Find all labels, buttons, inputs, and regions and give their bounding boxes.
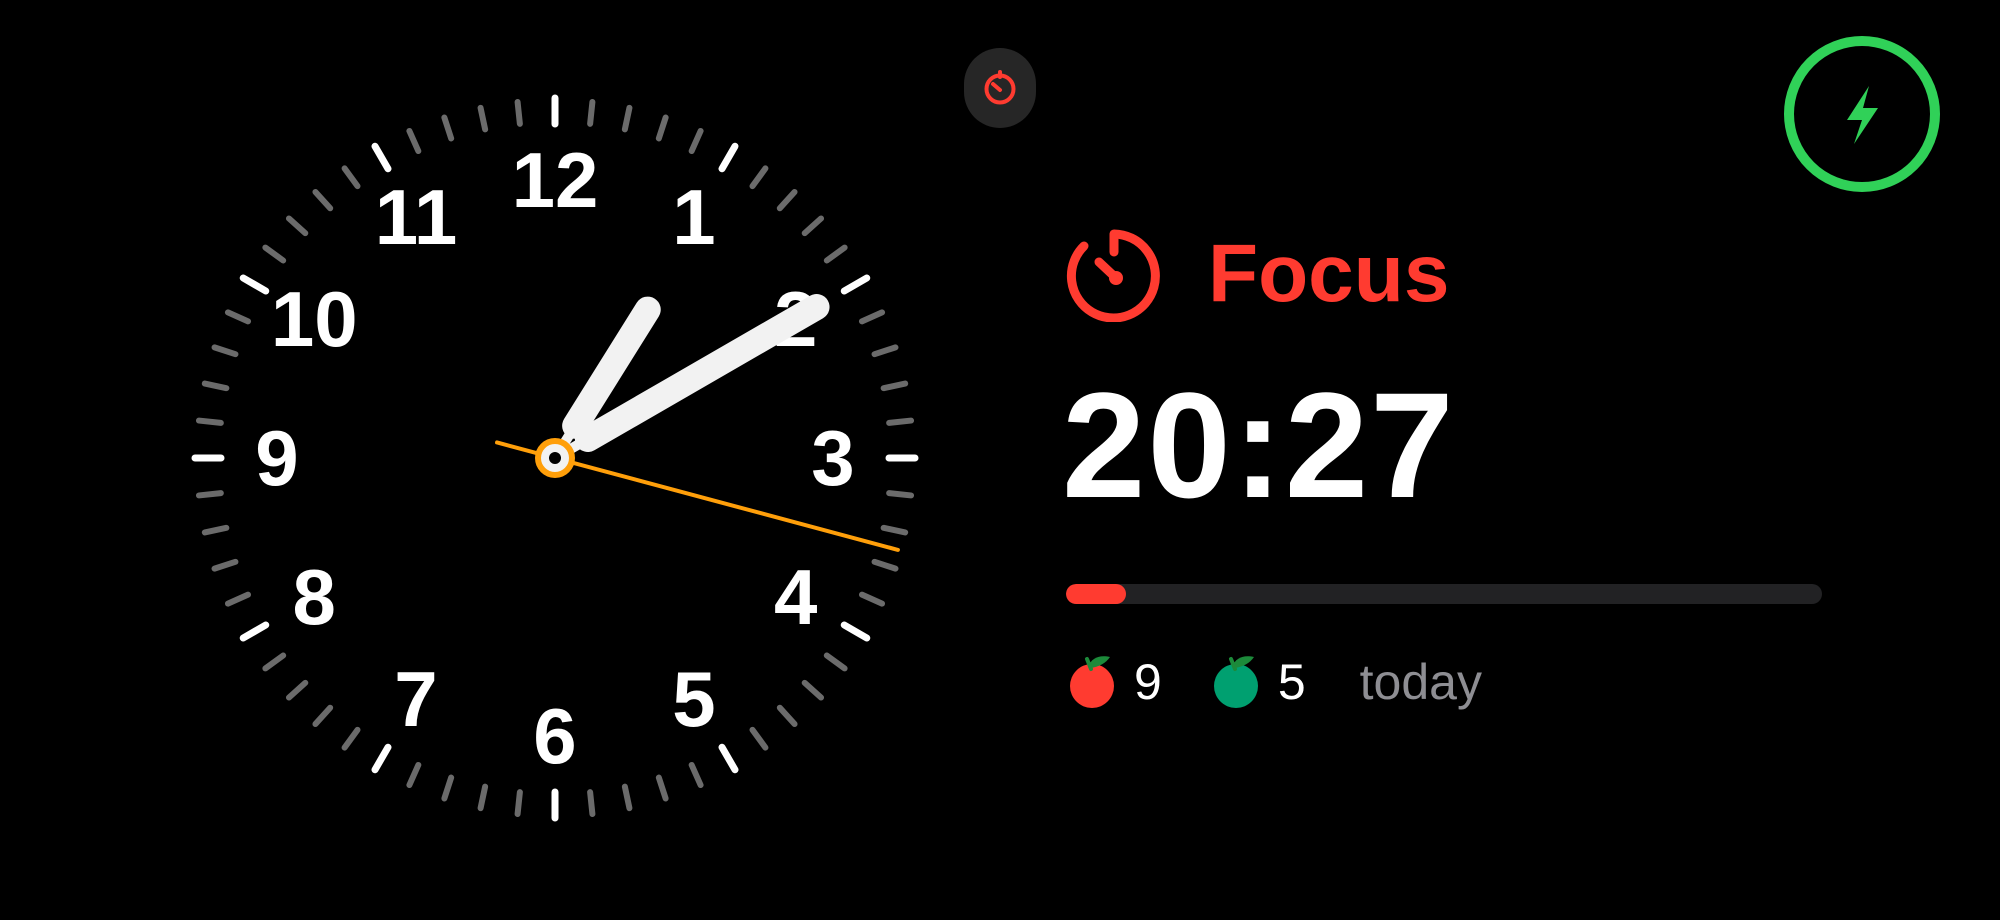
timer-icon <box>984 70 1016 105</box>
minor-tick <box>655 114 669 142</box>
minor-tick <box>801 679 825 701</box>
minor-tick <box>886 417 915 426</box>
minor-tick <box>871 344 899 358</box>
minor-tick <box>871 558 899 572</box>
green-tomato-icon <box>1213 656 1258 708</box>
major-tick <box>239 274 270 295</box>
focus-timer: 20:27 <box>1062 361 1456 529</box>
minor-tick <box>312 704 334 728</box>
focus-widget[interactable]: Focus 20:27 9 5 today <box>1062 222 1826 712</box>
minor-tick <box>749 165 769 190</box>
green-tomato-count: 5 <box>1277 654 1306 710</box>
minor-tick <box>514 789 523 818</box>
clock-numeral: 1 <box>672 173 715 261</box>
minor-tick <box>514 98 523 127</box>
clock-face: 121234567891011 <box>191 94 919 822</box>
minor-tick <box>587 789 596 818</box>
major-tick <box>371 743 392 774</box>
minor-tick <box>688 127 704 155</box>
charging-indicator <box>1782 34 1942 194</box>
analog-clock: 121234567891011 <box>0 0 1110 920</box>
minor-tick <box>224 591 252 607</box>
minor-tick <box>285 679 309 701</box>
minor-tick <box>749 726 769 751</box>
minor-tick <box>211 558 239 572</box>
minor-tick <box>441 774 455 802</box>
clock-numeral: 4 <box>774 553 817 641</box>
stats-suffix: today <box>1359 654 1482 710</box>
minor-tick <box>211 344 239 358</box>
bolt-icon <box>1847 86 1878 144</box>
minor-tick <box>406 761 422 789</box>
minor-tick <box>341 726 361 751</box>
minor-tick <box>880 380 909 392</box>
minor-tick <box>441 114 455 142</box>
minor-tick <box>858 591 886 607</box>
minor-tick <box>195 490 224 499</box>
minor-tick <box>823 244 848 264</box>
minor-tick <box>201 380 230 392</box>
minor-tick <box>776 188 798 212</box>
timer-icon <box>1066 226 1162 322</box>
major-tick <box>718 743 739 774</box>
minor-tick <box>886 490 915 499</box>
minor-tick <box>880 524 909 536</box>
clock-numeral: 10 <box>271 275 358 363</box>
minor-tick <box>341 165 361 190</box>
red-tomato-count: 9 <box>1134 654 1162 710</box>
minor-tick <box>262 652 287 672</box>
minor-tick <box>195 417 224 426</box>
minor-tick <box>823 652 848 672</box>
minor-tick <box>224 309 252 325</box>
clock-numeral: 7 <box>394 655 437 743</box>
minor-tick <box>312 188 334 212</box>
focus-header: Focus <box>1066 222 1826 326</box>
clock-numeral: 8 <box>293 553 336 641</box>
minor-tick <box>776 704 798 728</box>
minor-tick <box>801 215 825 237</box>
minor-tick <box>621 104 633 133</box>
minor-tick <box>285 215 309 237</box>
focus-progress-fill <box>1066 584 1127 604</box>
minor-tick <box>406 127 422 155</box>
major-tick <box>239 621 270 642</box>
red-tomato-icon <box>1070 656 1114 708</box>
charging-ring <box>1784 36 1940 192</box>
live-activity-pill[interactable] <box>964 48 1036 128</box>
tomato-stats: 9 5 today <box>1066 652 1826 712</box>
major-tick <box>718 142 739 173</box>
minor-tick <box>587 98 596 127</box>
major-tick <box>840 274 871 295</box>
clock-numeral: 3 <box>811 414 854 502</box>
minor-tick <box>201 524 230 536</box>
clock-numeral: 11 <box>375 173 457 261</box>
minor-tick <box>655 774 669 802</box>
clock-numeral: 6 <box>533 692 576 780</box>
stat-red-tomatoes: 9 <box>1066 653 1162 711</box>
clock-numeral: 5 <box>672 655 715 743</box>
minor-tick <box>688 761 704 789</box>
clock-hub-center <box>549 452 561 464</box>
major-tick <box>840 621 871 642</box>
focus-progress-bar <box>1066 584 1822 604</box>
clock-numeral: 9 <box>255 414 298 502</box>
minor-tick <box>621 783 633 812</box>
major-tick <box>371 142 392 173</box>
minor-tick <box>477 783 489 812</box>
stat-green-tomatoes: 5 <box>1210 653 1306 711</box>
focus-title: Focus <box>1208 228 1450 319</box>
minor-tick <box>262 244 287 264</box>
minor-tick <box>858 309 886 325</box>
minor-tick <box>477 104 489 133</box>
clock-numeral: 12 <box>512 136 599 224</box>
